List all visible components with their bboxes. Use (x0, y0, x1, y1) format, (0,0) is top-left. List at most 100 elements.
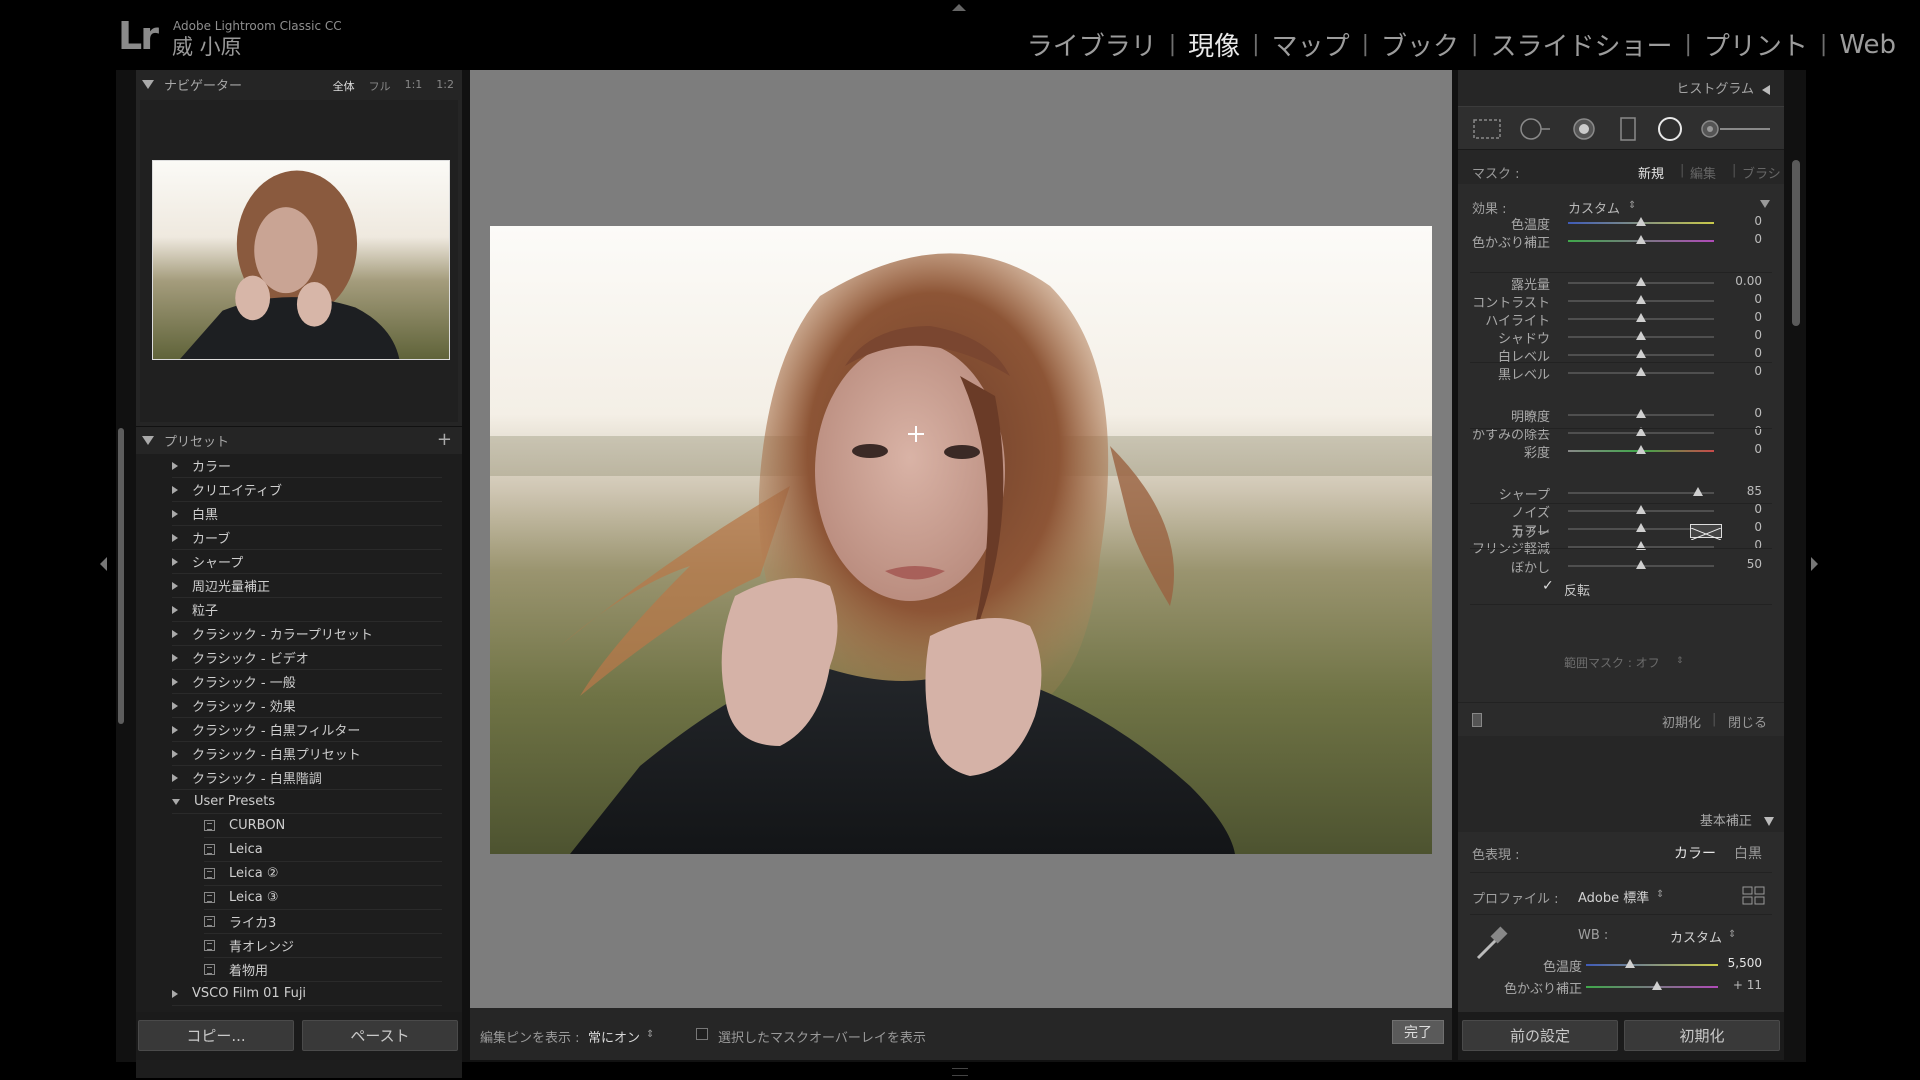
local-slider[interactable]: 黒レベル 0 (1458, 364, 1784, 383)
temp-slider[interactable]: 色温度 5,500 (1458, 956, 1784, 975)
slider-thumb[interactable] (1636, 295, 1646, 304)
filmstrip-toggle-icon[interactable] (952, 1068, 968, 1076)
slider-track[interactable] (1568, 349, 1714, 358)
image-canvas[interactable] (470, 70, 1452, 1008)
treatment-color-button[interactable]: カラー (1674, 843, 1716, 863)
collapse-triangle-icon[interactable] (1764, 817, 1774, 826)
slider-thumb[interactable] (1692, 487, 1703, 496)
zoom-fit[interactable]: 全体 (333, 78, 355, 94)
slider-value[interactable]: 0 (1754, 310, 1762, 324)
graduated-filter-icon[interactable] (1618, 117, 1638, 141)
slider-value[interactable]: 0 (1754, 538, 1762, 552)
slider-track[interactable] (1568, 505, 1714, 514)
mask-new-button[interactable]: 新規 (1638, 163, 1664, 182)
right-panel-toggle-icon[interactable] (1811, 557, 1818, 571)
slider-value[interactable]: 0 (1754, 502, 1762, 516)
tint-slider[interactable]: 色かぶり補正 + 11 (1458, 978, 1784, 997)
slider-track[interactable] (1568, 235, 1714, 244)
feather-slider[interactable]: ぼかし 50 (1458, 557, 1784, 576)
reset-button[interactable]: 初期化 (1624, 1020, 1780, 1051)
feather-value[interactable]: 50 (1747, 557, 1762, 571)
presets-header[interactable]: プリセット + (136, 426, 462, 454)
slider-value[interactable]: 0 (1754, 406, 1762, 420)
slider-thumb[interactable] (1636, 331, 1646, 340)
preset-group[interactable]: クラシック - 白黒フィルター (172, 718, 442, 742)
histogram-header[interactable]: ヒストグラム (1676, 78, 1770, 97)
slider-track[interactable] (1568, 295, 1714, 304)
local-slider[interactable]: 明瞭度 0 (1458, 406, 1784, 425)
preset-group[interactable]: 粒子 (172, 598, 442, 622)
slider-track[interactable] (1586, 981, 1718, 990)
expand-triangle-icon[interactable] (1762, 84, 1770, 95)
profile-dropdown[interactable]: Adobe 標準 (1578, 887, 1649, 906)
preset-group[interactable]: クリエイティブ (172, 478, 442, 502)
add-preset-icon[interactable]: + (437, 429, 452, 450)
preset-item[interactable]: Leica (204, 838, 442, 862)
slider-value[interactable]: 0 (1754, 520, 1762, 534)
slider-value[interactable]: 0 (1754, 214, 1762, 228)
slider-track[interactable] (1568, 487, 1714, 496)
paste-button[interactable]: ペースト (302, 1020, 458, 1051)
slider-track[interactable] (1568, 331, 1714, 340)
module-web[interactable]: Web (1839, 30, 1896, 60)
module-print[interactable]: プリント (1704, 26, 1808, 63)
done-button[interactable]: 完了 (1392, 1020, 1444, 1044)
module-library[interactable]: ライブラリ (1027, 26, 1157, 63)
effect-collapse-icon[interactable] (1760, 200, 1770, 208)
color-swatch[interactable] (1690, 524, 1722, 541)
slider-value[interactable]: 0 (1754, 232, 1762, 246)
red-eye-icon[interactable] (1570, 117, 1598, 141)
zoom-1-1[interactable]: 1:1 (405, 78, 423, 94)
zoom-fill[interactable]: フル (369, 78, 391, 94)
preset-item[interactable]: CURBON (204, 814, 442, 838)
preset-group[interactable]: クラシック - 白黒プリセット (172, 742, 442, 766)
collapse-triangle-icon[interactable] (142, 79, 154, 89)
slider-thumb[interactable] (1652, 981, 1663, 990)
local-slider[interactable]: シャープ 85 (1458, 484, 1784, 503)
slider-thumb[interactable] (1636, 505, 1646, 514)
spot-removal-icon[interactable] (1518, 117, 1552, 141)
local-slider[interactable]: 露光量 0.00 (1458, 274, 1784, 293)
collapse-triangle-icon[interactable] (142, 436, 154, 445)
show-mask-overlay-checkbox[interactable] (696, 1028, 708, 1040)
show-pins-dropdown[interactable]: 常にオン (588, 1027, 640, 1046)
slider-thumb[interactable] (1636, 367, 1646, 376)
preset-item[interactable]: Leica ② (204, 862, 442, 886)
preset-item[interactable]: 着物用 (204, 958, 442, 982)
preset-group[interactable]: 白黒 (172, 502, 442, 526)
preset-group[interactable]: VSCO Film 01 Fuji (172, 982, 442, 1006)
slider-thumb[interactable] (1636, 235, 1646, 244)
previous-settings-button[interactable]: 前の設定 (1462, 1020, 1618, 1051)
zoom-1-2[interactable]: 1:2 (436, 78, 454, 94)
preset-group[interactable]: シャープ (172, 550, 442, 574)
slider-track[interactable] (1568, 560, 1714, 569)
invert-checkbox[interactable]: ✓ (1542, 578, 1554, 594)
local-slider[interactable]: フリンジ軽減 0 (1458, 538, 1784, 557)
right-panel-scrollbar[interactable] (1792, 160, 1800, 326)
slider-thumb[interactable] (1636, 217, 1646, 226)
slider-value[interactable]: 0 (1754, 442, 1762, 456)
navigator-preview[interactable] (152, 160, 450, 360)
copy-button[interactable]: コピー... (138, 1020, 294, 1051)
slider-thumb[interactable] (1636, 313, 1646, 322)
slider-thumb[interactable] (1636, 445, 1646, 454)
slider-thumb[interactable] (1636, 409, 1646, 418)
slider-thumb[interactable] (1636, 349, 1646, 358)
local-slider[interactable]: かすみの除去 0 (1458, 424, 1784, 443)
slider-thumb[interactable] (1636, 523, 1646, 532)
slider-thumb[interactable] (1636, 560, 1646, 569)
tint-value[interactable]: + 11 (1733, 978, 1762, 992)
slider-track[interactable] (1568, 427, 1714, 436)
preset-item[interactable]: ライカ3 (204, 910, 442, 934)
slider-track[interactable] (1586, 959, 1718, 968)
mask-reset-button[interactable]: 初期化 (1662, 712, 1701, 731)
profile-browser-icon[interactable] (1742, 886, 1766, 906)
module-slideshow[interactable]: スライドショー (1490, 26, 1672, 63)
treatment-bw-button[interactable]: 白黒 (1734, 843, 1762, 863)
local-slider[interactable]: 色温度 0 (1458, 214, 1784, 233)
local-slider[interactable]: 色かぶり補正 0 (1458, 232, 1784, 251)
preset-group[interactable]: クラシック - カラープリセット (172, 622, 442, 646)
local-slider[interactable]: コントラスト 0 (1458, 292, 1784, 311)
left-panel-scrollbar[interactable] (118, 428, 124, 724)
slider-value[interactable]: 0 (1754, 328, 1762, 342)
